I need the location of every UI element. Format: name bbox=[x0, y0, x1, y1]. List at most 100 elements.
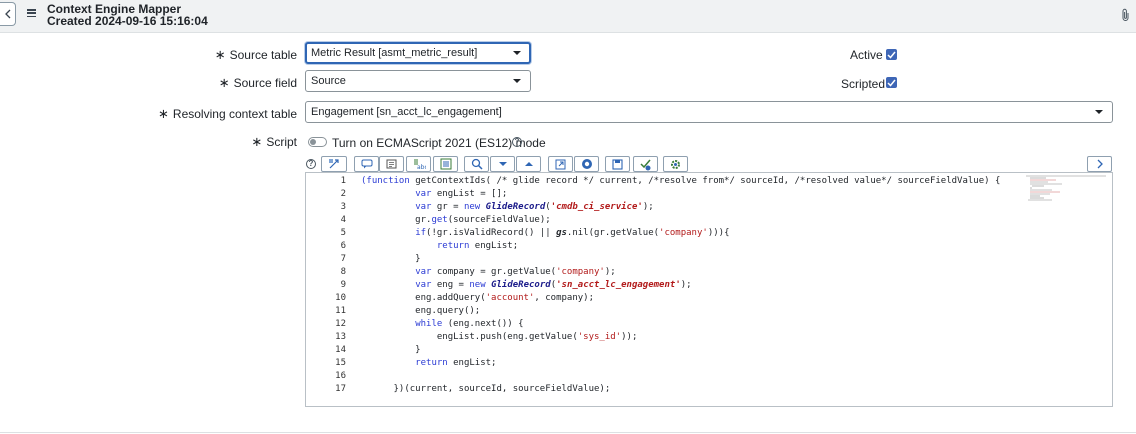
search-icon bbox=[471, 158, 483, 170]
back-button[interactable] bbox=[0, 2, 16, 26]
source-field-label: ∗ Source field bbox=[218, 75, 297, 90]
line-number: 7 bbox=[340, 254, 346, 264]
source-field-select[interactable]: Source bbox=[305, 70, 531, 92]
checkmark-icon bbox=[887, 79, 896, 87]
code-line: return engList; bbox=[415, 358, 497, 368]
line-number: 5 bbox=[340, 228, 346, 238]
help-icon[interactable]: ? bbox=[512, 137, 522, 147]
resolving-context-table-value: Engagement [sn_acct_lc_engagement] bbox=[311, 106, 502, 118]
line-number: 4 bbox=[340, 215, 346, 225]
chevron-right-icon bbox=[1097, 159, 1103, 169]
code-line: })(current, sourceId, sourceFieldValue); bbox=[361, 384, 611, 394]
script-label: ∗ Script bbox=[251, 134, 297, 149]
code-line: var company = gr.getValue('company'); bbox=[415, 267, 616, 277]
source-table-value: Metric Result [asmt_metric_result] bbox=[311, 47, 478, 59]
toggle-comment-icon: abc bbox=[413, 159, 426, 170]
line-number: 3 bbox=[340, 202, 346, 212]
toggle-comment-button[interactable]: abc bbox=[406, 156, 431, 172]
code-line: var engList = []; bbox=[415, 189, 508, 199]
code-content[interactable]: (function getContextIds( /* glide record… bbox=[361, 175, 1000, 396]
required-mark: ∗ bbox=[214, 47, 226, 62]
scripted-label: Scripted bbox=[841, 77, 886, 91]
line-number: 2 bbox=[340, 189, 346, 199]
paperclip-icon[interactable] bbox=[1121, 8, 1130, 21]
comment-button[interactable] bbox=[354, 156, 379, 172]
align-icon bbox=[386, 159, 397, 169]
resolving-context-table-select[interactable]: Engagement [sn_acct_lc_engagement] bbox=[305, 101, 1113, 123]
previous-icon bbox=[524, 162, 533, 166]
line-number: 15 bbox=[335, 358, 346, 368]
line-number: 11 bbox=[335, 306, 346, 316]
code-line: while (eng.next()) { bbox=[415, 319, 524, 329]
code-line: gr.get(sourceFieldValue); bbox=[361, 215, 551, 225]
comment-icon bbox=[361, 159, 372, 169]
required-mark: ∗ bbox=[251, 134, 263, 149]
source-field-value: Source bbox=[311, 75, 346, 87]
script-editor[interactable]: 1 2 3 4 5 6 7 8 9 10 11 12 13 14 15 16 1… bbox=[305, 172, 1113, 407]
line-number: 9 bbox=[340, 280, 346, 290]
line-number: 17 bbox=[335, 384, 346, 394]
scripted-checkbox[interactable] bbox=[886, 77, 897, 88]
format-code-button[interactable] bbox=[321, 156, 347, 172]
chevron-left-icon bbox=[4, 9, 10, 19]
expand-editor-button[interactable] bbox=[1087, 156, 1112, 172]
replace-button[interactable] bbox=[433, 156, 458, 172]
next-icon bbox=[498, 162, 507, 166]
es12-mode-toggle[interactable] bbox=[308, 137, 327, 147]
toolbar-help-icon[interactable]: ? bbox=[306, 159, 316, 169]
next-match-button[interactable] bbox=[490, 156, 515, 172]
settings-button[interactable] bbox=[663, 156, 688, 172]
code-line: eng.addQuery('account', company); bbox=[361, 293, 595, 303]
format-icon bbox=[329, 159, 339, 169]
checkmark-icon bbox=[887, 51, 896, 59]
resolving-context-table-label: ∗ Resolving context table bbox=[158, 106, 297, 121]
save-button[interactable] bbox=[605, 156, 630, 172]
line-number: 6 bbox=[340, 241, 346, 251]
active-checkbox[interactable] bbox=[886, 49, 897, 60]
settings-icon bbox=[671, 159, 680, 169]
check-icon bbox=[640, 159, 651, 170]
previous-match-button[interactable] bbox=[516, 156, 541, 172]
code-line: engList.push(eng.getValue('sys_id')); bbox=[361, 332, 638, 342]
code-line: eng.query(); bbox=[361, 306, 481, 316]
line-number: 13 bbox=[335, 332, 346, 342]
code-line: return engList; bbox=[436, 241, 519, 251]
code-line: var eng = new GlideRecord('sn_acct_lc_en… bbox=[415, 280, 692, 290]
chevron-down-icon bbox=[513, 51, 521, 55]
open-icon bbox=[555, 159, 566, 169]
footer-divider bbox=[0, 432, 1136, 433]
svg-text:abc: abc bbox=[417, 164, 426, 170]
chevron-down-icon bbox=[513, 79, 521, 83]
chevron-down-icon bbox=[1095, 110, 1103, 114]
line-number: 8 bbox=[340, 267, 346, 277]
created-timestamp: Created 2024-09-16 15:16:04 bbox=[47, 14, 208, 28]
code-line: (function getContextIds( /* glide record… bbox=[361, 176, 1001, 186]
code-minimap[interactable] bbox=[1026, 175, 1110, 201]
code-line: if(!gr.isValidRecord() || gs.nil(gr.getV… bbox=[415, 228, 730, 238]
code-line: } bbox=[361, 345, 421, 355]
script-debugger-button[interactable] bbox=[574, 156, 599, 172]
code-line: } bbox=[361, 254, 421, 264]
source-table-label: ∗ Source table bbox=[214, 47, 297, 62]
replace-icon bbox=[440, 158, 451, 170]
required-mark: ∗ bbox=[158, 106, 169, 121]
line-number: 12 bbox=[335, 319, 346, 329]
align-button[interactable] bbox=[379, 156, 404, 172]
required-mark: ∗ bbox=[218, 75, 230, 90]
line-number: 10 bbox=[335, 293, 346, 303]
save-icon bbox=[612, 158, 623, 170]
source-table-select[interactable]: Metric Result [asmt_metric_result] bbox=[305, 42, 531, 64]
line-number: 16 bbox=[335, 371, 346, 381]
code-line: var gr = new GlideRecord('cmdb_ci_servic… bbox=[415, 202, 654, 212]
line-number: 1 bbox=[340, 176, 346, 186]
line-number: 14 bbox=[335, 345, 346, 355]
check-syntax-button[interactable] bbox=[633, 156, 658, 172]
form-header: Context Engine Mapper Created 2024-09-16… bbox=[0, 0, 1136, 33]
script-debugger-icon bbox=[581, 159, 592, 169]
context-menu-icon[interactable] bbox=[27, 9, 36, 17]
active-label: Active bbox=[850, 48, 883, 62]
search-button[interactable] bbox=[464, 156, 489, 172]
open-in-window-button[interactable] bbox=[548, 156, 573, 172]
record-title-block: Context Engine Mapper Created 2024-09-16… bbox=[47, 3, 208, 27]
